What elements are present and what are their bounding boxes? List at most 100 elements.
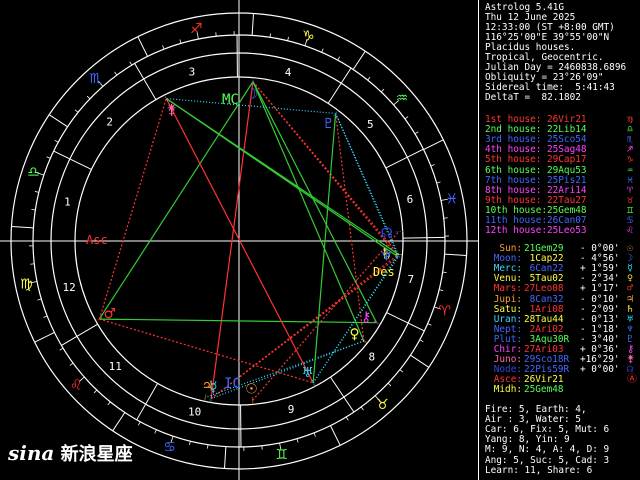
aspect-line bbox=[210, 81, 254, 399]
zodiac-sign-icon: ♎ bbox=[27, 165, 40, 181]
degree-tick bbox=[436, 181, 441, 184]
house-value: 25Leo53 bbox=[547, 225, 587, 237]
planet-speed: + 0°00' bbox=[580, 364, 620, 376]
degree-tick bbox=[399, 369, 404, 373]
planet-label: Jupi: bbox=[493, 293, 522, 305]
degree-tick bbox=[442, 271, 447, 273]
planet-icon: ♆ bbox=[380, 249, 393, 265]
sign-boundary bbox=[34, 331, 55, 343]
planet-glyph-icon: ♂ bbox=[627, 283, 634, 295]
sign-boundary bbox=[11, 225, 34, 229]
zodiac-sign-icon: ♏ bbox=[89, 71, 102, 87]
planet-glyph-icon: Ⓐ bbox=[627, 374, 637, 386]
degree-tick bbox=[427, 323, 432, 326]
chart-wheel: ♈♉♊♋♌♍♎♏♐ ♑♒♓ 123 456789101112 ☉☽☿♀♂♃♄♅♆♇⚷… bbox=[0, 0, 478, 480]
zodiac-sign-icon: ♍ bbox=[20, 277, 33, 293]
sign-boundary bbox=[223, 446, 227, 469]
delta-t: DeltaT = 82.1802 bbox=[485, 92, 581, 103]
zodiac-sign-icon: ♋ bbox=[163, 440, 176, 456]
planet-icon: ♃ bbox=[201, 379, 214, 395]
degree-tick bbox=[93, 389, 98, 394]
degree-tick bbox=[37, 298, 42, 301]
mc-label: MC bbox=[222, 92, 239, 108]
planet-icon: ☊ bbox=[381, 225, 393, 241]
sign-boundary bbox=[251, 13, 255, 36]
aspect-line bbox=[312, 113, 337, 383]
sign-boundary bbox=[352, 50, 366, 70]
degree-tick bbox=[74, 109, 79, 113]
degree-tick bbox=[179, 39, 182, 44]
zodiac-sign-icon: ♊ bbox=[275, 447, 288, 463]
degree-tick bbox=[162, 45, 165, 50]
planet-icon: ♇ bbox=[322, 116, 335, 132]
degree-tick bbox=[43, 315, 48, 318]
house-label: 5th house: bbox=[485, 154, 542, 166]
house-number: 10 bbox=[188, 405, 201, 418]
house-number: 11 bbox=[109, 360, 122, 373]
planet-icon: ⚷ bbox=[361, 310, 371, 326]
planet-icon: ♂ bbox=[104, 306, 117, 322]
planet-icon: ♅ bbox=[301, 365, 314, 381]
house-cusp-line bbox=[136, 383, 159, 421]
sign-boundary bbox=[112, 412, 126, 432]
planet-row: Midh: 25Gem48 bbox=[485, 385, 580, 395]
degree-tick bbox=[321, 48, 324, 53]
house-number: 3 bbox=[189, 65, 196, 78]
sign-boundary bbox=[444, 253, 467, 257]
planet-icon: ☽ bbox=[246, 87, 259, 103]
degree-tick bbox=[34, 191, 39, 193]
house-number: 5 bbox=[367, 118, 374, 131]
ic-label: IC bbox=[224, 376, 241, 392]
aspect-line bbox=[252, 81, 378, 323]
house-number: 7 bbox=[408, 273, 415, 286]
aspect-line bbox=[165, 98, 399, 258]
degree-tick bbox=[345, 416, 349, 421]
house-row: 12th house:25Leo53 bbox=[485, 226, 587, 236]
degree-tick bbox=[154, 429, 157, 434]
sign-boundary bbox=[48, 114, 68, 128]
zodiac-sign-icon: ♒ bbox=[396, 91, 409, 107]
sign-boundary bbox=[410, 354, 430, 368]
degree-tick bbox=[86, 95, 91, 100]
sign-glyph-icon: ♒ bbox=[627, 164, 634, 176]
degree-tick bbox=[439, 289, 444, 291]
aspect-line bbox=[98, 98, 167, 320]
degree-tick bbox=[137, 421, 141, 426]
degree-tick bbox=[337, 56, 341, 61]
house-number: 1 bbox=[64, 196, 71, 209]
degree-tick bbox=[404, 116, 409, 120]
planet-label: Midh: bbox=[493, 384, 522, 396]
degree-tick bbox=[419, 339, 424, 343]
summary-line: Learn: 11, Share: 6 bbox=[485, 464, 593, 476]
house-label: 6th house: bbox=[485, 164, 542, 176]
summary-line: M: 9, N: 4, A: 4, D: 9 bbox=[485, 444, 610, 456]
degree-tick bbox=[59, 347, 64, 351]
planet-label: Mars: bbox=[493, 283, 522, 295]
planet-icon: ♀ bbox=[349, 327, 359, 343]
degree-tick bbox=[360, 406, 364, 411]
zodiac-sign-icon: ♌ bbox=[70, 377, 83, 393]
sign-boundary bbox=[137, 36, 149, 57]
degree-tick bbox=[207, 444, 209, 449]
degree-tick bbox=[46, 156, 51, 159]
info-panel: Astrolog 5.41G Thu 12 June 2025 12:33:00… bbox=[478, 0, 640, 480]
planet-glyph-icon: ♃ bbox=[627, 293, 634, 305]
aspect-line bbox=[252, 231, 400, 401]
sina-watermark: sina 新浪星座 bbox=[8, 440, 133, 466]
house-label: 12th house: bbox=[485, 225, 548, 237]
degree-tick bbox=[414, 131, 419, 135]
house-number: 4 bbox=[285, 66, 292, 79]
summary-line: Ang: 5, Suc: 5, Cad: 3 bbox=[485, 454, 610, 466]
des-label: Des bbox=[373, 265, 395, 279]
degree-tick bbox=[287, 36, 289, 41]
sina-logo: sina bbox=[8, 441, 55, 465]
house-number: 8 bbox=[369, 350, 376, 363]
watermark-text: 新浪星座 bbox=[60, 444, 133, 465]
degree-tick bbox=[296, 438, 299, 443]
aspect-line bbox=[252, 81, 365, 342]
asc-label: Asc bbox=[86, 233, 108, 247]
degree-tick bbox=[69, 362, 74, 366]
house-number: 12 bbox=[63, 281, 76, 294]
degree-tick bbox=[54, 139, 59, 143]
sign-glyph-icon: ♑ bbox=[627, 154, 634, 166]
